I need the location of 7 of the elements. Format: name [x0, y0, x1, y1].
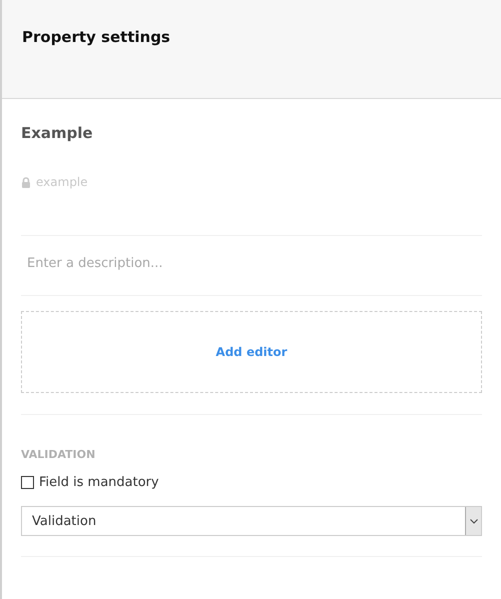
mandatory-label: Field is mandatory: [39, 475, 159, 490]
property-name: Example: [21, 124, 94, 142]
section-heading: VALIDATION: [21, 448, 96, 461]
validation-select[interactable]: Validation: [21, 506, 482, 536]
mandatory-checkbox[interactable]: [21, 476, 34, 489]
dropdown-caret-icon: [465, 507, 481, 535]
panel-title: Property settings: [22, 28, 170, 46]
